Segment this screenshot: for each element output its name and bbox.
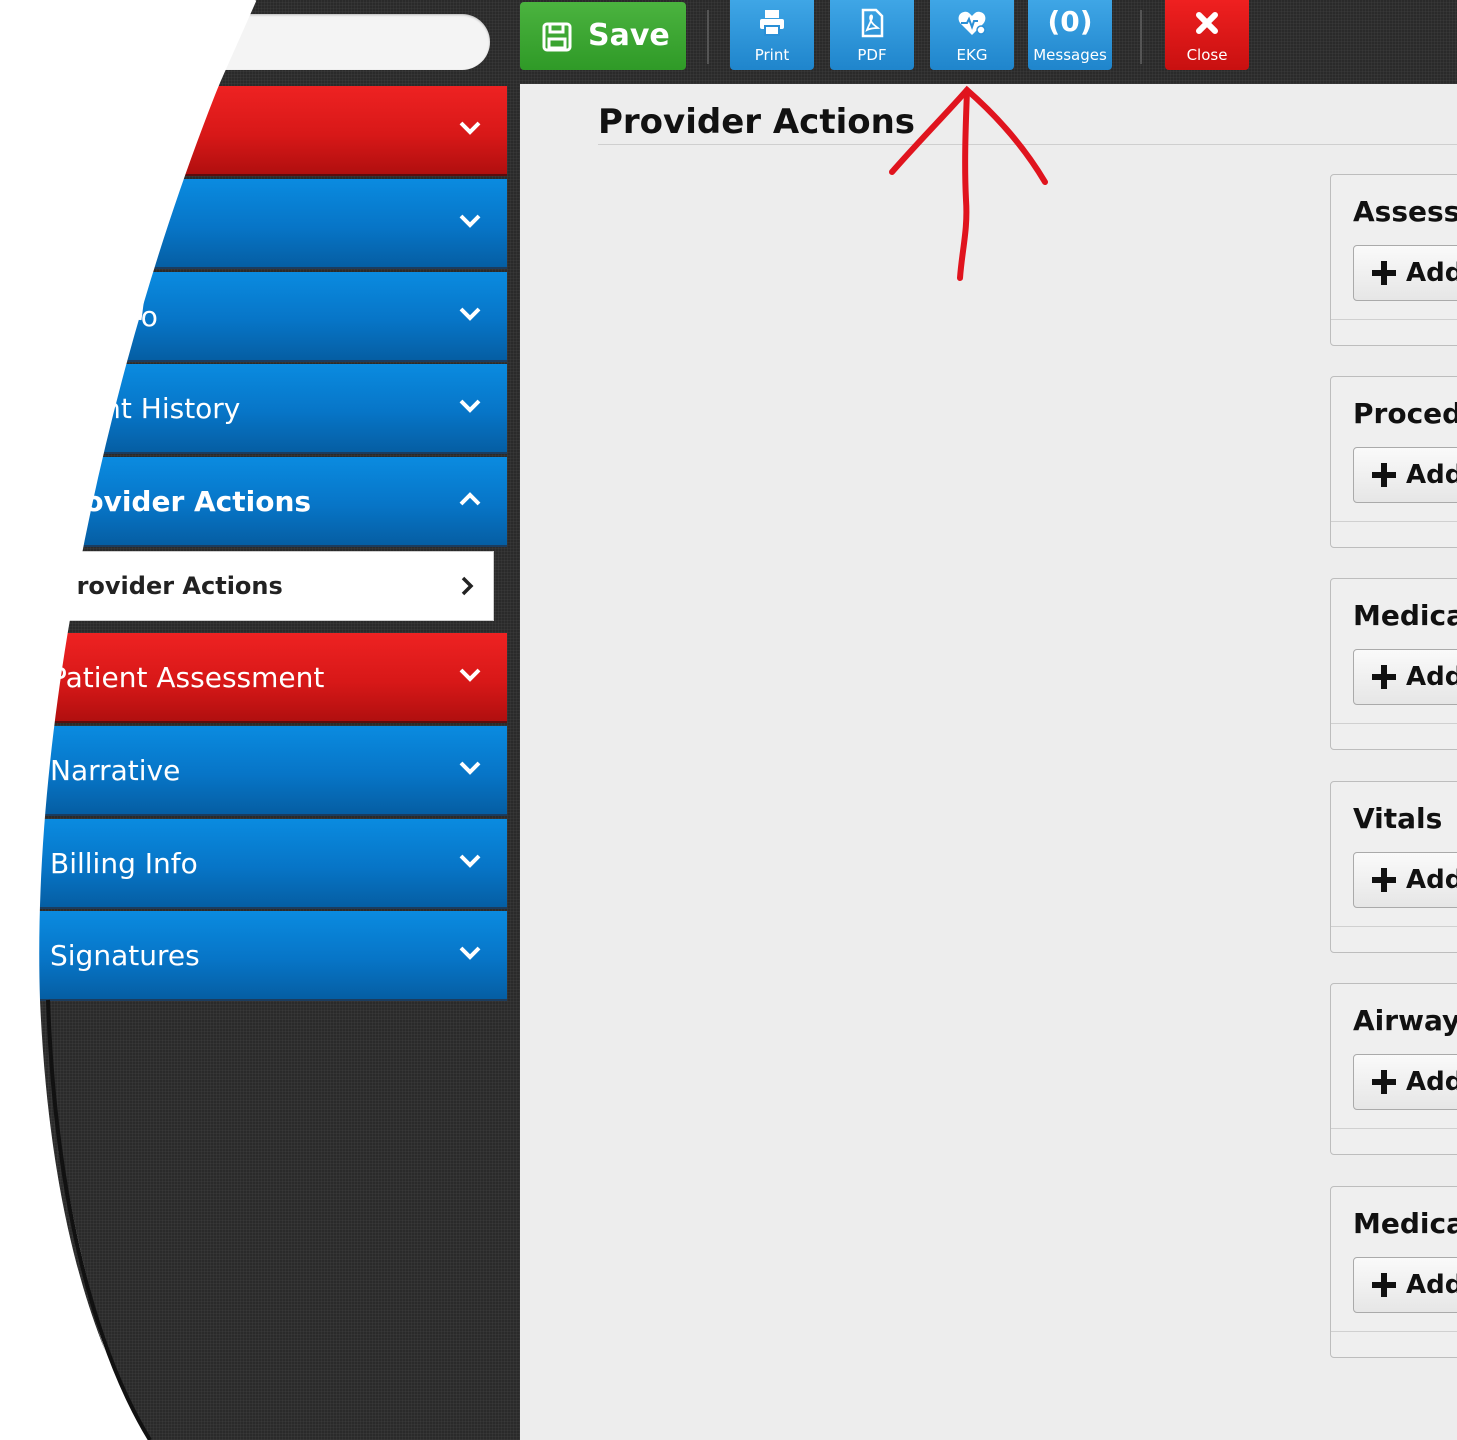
nav-item-label: atient History <box>50 392 241 425</box>
section-title: Procedu <box>1353 397 1457 430</box>
chevron-right-icon <box>461 576 474 596</box>
section-card: Procedu Add <box>1330 376 1457 548</box>
plus-icon <box>1372 463 1396 487</box>
nav-item-narrative[interactable]: Narrative <box>0 726 507 816</box>
chevron-down-icon <box>459 854 481 868</box>
nav-item-signatures[interactable]: Signatures <box>0 911 507 1001</box>
add-label: Add <box>1406 258 1457 288</box>
floppy-disk-icon <box>542 22 572 52</box>
heart-pulse-icon <box>958 11 986 35</box>
main-content: Provider Actions Assessm Add Procedu Add… <box>520 84 1457 1440</box>
section-card: Airway Add <box>1330 983 1457 1155</box>
subnav-item-label: Provider Actions <box>59 572 283 600</box>
print-button[interactable]: Print <box>730 0 814 70</box>
add-button[interactable]: Add <box>1353 1257 1457 1313</box>
nav-item-patient-info[interactable]: ent Info <box>0 272 507 362</box>
section-card: Medica Add <box>1330 1186 1457 1358</box>
nav-item-label: Provider Actions <box>50 485 312 518</box>
card-footer-rule <box>1331 521 1457 522</box>
card-footer-rule <box>1331 1128 1457 1129</box>
section-card: Vitals Add <box>1330 781 1457 953</box>
card-footer-rule <box>1331 723 1457 724</box>
plus-icon <box>1372 261 1396 285</box>
save-button[interactable]: Save <box>520 2 686 70</box>
close-icon <box>1196 12 1218 34</box>
chevron-down-icon <box>459 399 481 413</box>
plus-icon <box>1372 1273 1396 1297</box>
nav-item-billing-info[interactable]: Billing Info <box>0 819 507 909</box>
chevron-down-icon <box>459 761 481 775</box>
add-label: Add <box>1406 1067 1457 1097</box>
chevron-down-icon <box>459 946 481 960</box>
printer-icon <box>760 10 784 36</box>
messages-label: Messages <box>1033 46 1107 64</box>
section-title: Airway <box>1353 1004 1457 1037</box>
add-button[interactable]: Add <box>1353 447 1457 503</box>
pdf-file-icon <box>861 8 884 38</box>
chevron-down-icon <box>459 668 481 682</box>
add-label: Add <box>1406 865 1457 895</box>
section-card: Assessm Add <box>1330 174 1457 346</box>
add-button[interactable]: Add <box>1353 649 1457 705</box>
section-title: Medica <box>1353 1207 1457 1240</box>
nav-item-label: atch <box>50 114 112 147</box>
toolbar-divider <box>707 10 709 64</box>
section-title: Assessm <box>1353 195 1457 228</box>
plus-icon <box>1372 1070 1396 1094</box>
card-footer-rule <box>1331 1331 1457 1332</box>
chevron-down-icon <box>459 121 481 135</box>
chevron-up-icon <box>459 492 481 506</box>
close-button[interactable]: Close <box>1165 0 1249 70</box>
plus-icon <box>1372 665 1396 689</box>
save-label: Save <box>588 18 670 53</box>
nav-item-label: Patient Assessment <box>50 661 325 694</box>
card-footer-rule <box>1331 319 1457 320</box>
title-divider <box>598 144 1457 145</box>
subnav-item-provider-actions[interactable]: Provider Actions <box>14 551 494 621</box>
add-label: Add <box>1406 662 1457 692</box>
messages-button[interactable]: (0) Messages <box>1028 0 1112 70</box>
print-label: Print <box>754 46 790 64</box>
nav-item-label: Narrative <box>50 754 181 787</box>
toolbar: Save Print PDF EKG (0) Messages Close <box>520 0 1457 84</box>
chevron-down-icon <box>459 307 481 321</box>
search-input[interactable] <box>0 14 490 70</box>
page-title: Provider Actions <box>598 102 916 142</box>
nav-item-label: Signatures <box>50 939 200 972</box>
messages-count: (0) <box>1047 5 1093 38</box>
toolbar-divider <box>1140 10 1142 64</box>
section-title: Medica <box>1353 599 1457 632</box>
ekg-label: EKG <box>956 46 988 64</box>
pdf-button[interactable]: PDF <box>830 0 914 70</box>
nav-item-patient-assessment[interactable]: Patient Assessment <box>0 633 507 723</box>
nav-item-label: ent Info <box>50 300 158 333</box>
section-card: Medica Add <box>1330 578 1457 750</box>
nav-item-label: ene <box>50 207 103 240</box>
add-button[interactable]: Add <box>1353 245 1457 301</box>
add-label: Add <box>1406 460 1457 490</box>
card-footer-rule <box>1331 926 1457 927</box>
section-title: Vitals <box>1353 802 1443 835</box>
nav-item-provider-actions[interactable]: Provider Actions <box>0 457 507 547</box>
ekg-button[interactable]: EKG <box>930 0 1014 70</box>
plus-icon <box>1372 868 1396 892</box>
chevron-down-icon <box>459 214 481 228</box>
add-label: Add <box>1406 1270 1457 1300</box>
pdf-label: PDF <box>857 46 887 64</box>
add-button[interactable]: Add <box>1353 1054 1457 1110</box>
nav-item-patient-history[interactable]: atient History <box>0 364 507 454</box>
nav-item-dispatch[interactable]: atch <box>0 86 507 176</box>
add-button[interactable]: Add <box>1353 852 1457 908</box>
nav-item-scene[interactable]: ene <box>0 179 507 269</box>
nav-item-label: Billing Info <box>50 847 198 880</box>
close-label: Close <box>1186 46 1228 64</box>
